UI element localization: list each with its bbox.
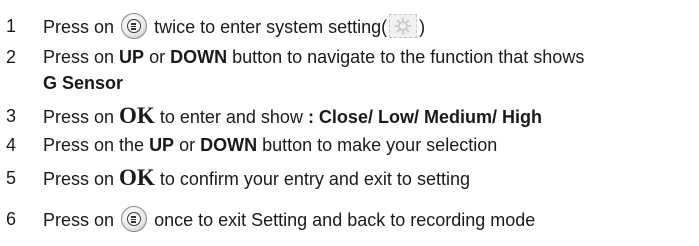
step-number: 2 — [6, 47, 17, 67]
step-number: 6 — [6, 209, 17, 229]
step-number: 1 — [6, 16, 17, 36]
ok-button-label: OK — [119, 165, 155, 190]
step-text-part: or — [174, 135, 201, 155]
step-text-part: or — [144, 47, 171, 67]
step-text-part: Press on the — [43, 135, 150, 155]
down-button-label: DOWN — [200, 135, 258, 155]
step-text-part: twice to enter system setting( — [154, 17, 388, 37]
step-text: Press on once to exit Setting and back t… — [43, 206, 535, 233]
menu-button-icon — [121, 13, 148, 39]
step-text-part: to confirm your entry and exit to settin… — [154, 169, 470, 189]
step-text-part: Press on — [43, 17, 115, 37]
step-number: 3 — [6, 106, 17, 126]
step-text: Press on twice to enter system setting( — [43, 13, 425, 40]
step-text: Press on UP or DOWN button to navigate t… — [43, 44, 584, 70]
up-button-label: UP — [119, 47, 145, 67]
step-text-part: button to make your selection — [257, 135, 498, 155]
step-number: 4 — [6, 135, 17, 155]
menu-lines-icon — [127, 19, 142, 33]
step-text: Press on the UP or DOWN button to make y… — [43, 132, 497, 158]
step-text-part: to enter and show — [154, 107, 308, 127]
step-number: 5 — [6, 168, 17, 188]
menu-lines-icon — [127, 212, 142, 226]
step-text-part: button to navigate to the function that … — [227, 47, 585, 67]
up-button-label: UP — [149, 135, 175, 155]
settings-gear-icon — [389, 14, 418, 38]
step-text-part: ) — [419, 17, 426, 37]
g-sensor-label: G Sensor — [43, 73, 124, 93]
step-text: Press on OK to confirm your entry and ex… — [43, 165, 470, 192]
step-text: Press on OK to enter and show : Close/ L… — [43, 103, 542, 130]
step-text-part: Press on — [43, 47, 120, 67]
menu-button-icon — [121, 206, 148, 232]
step-text-part: Press on — [43, 107, 120, 127]
step-text-part: once to exit Setting and back to recordi… — [154, 210, 536, 230]
step-text-part: Press on — [43, 169, 120, 189]
sensor-options: : Close/ Low/ Medium/ High — [307, 107, 542, 127]
down-button-label: DOWN — [170, 47, 228, 67]
step-text-part: Press on — [43, 210, 115, 230]
ok-button-label: OK — [119, 103, 155, 128]
